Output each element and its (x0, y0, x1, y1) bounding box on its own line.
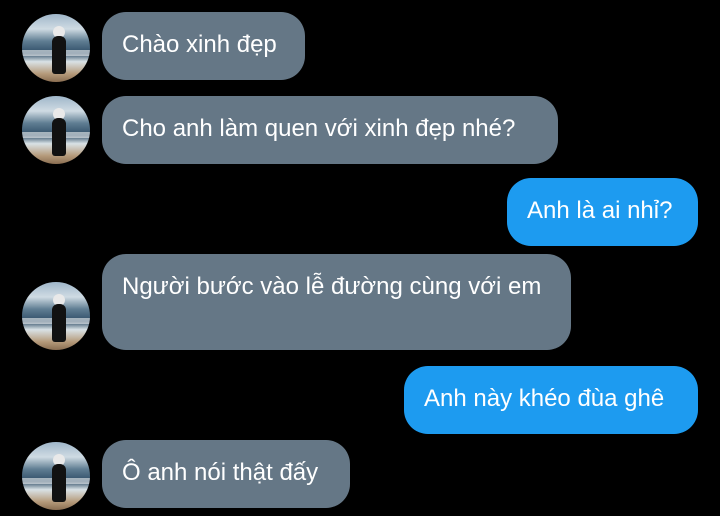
avatar[interactable] (22, 442, 90, 510)
message-text: Anh này khéo đùa ghê (424, 385, 665, 412)
incoming-message-bubble[interactable]: Ô anh nói thật đấy (102, 440, 350, 508)
message-text: Ô anh nói thật đấy (122, 459, 319, 486)
incoming-message-bubble[interactable]: Cho anh làm quen với xinh đẹp nhé? (102, 96, 558, 164)
avatar[interactable] (22, 14, 90, 82)
incoming-message-bubble[interactable]: Chào xinh đẹp (102, 12, 305, 80)
outgoing-message-bubble[interactable]: Anh là ai nhỉ? (507, 178, 698, 246)
avatar[interactable] (22, 282, 90, 350)
avatar[interactable] (22, 96, 90, 164)
outgoing-message-bubble[interactable]: Anh này khéo đùa ghê (404, 366, 698, 434)
message-text: Anh là ai nhỉ? (527, 197, 673, 224)
message-text: Cho anh làm quen với xinh đẹp nhé? (122, 115, 516, 142)
message-text: Người bước vào lễ đường cùng với em (122, 273, 542, 300)
incoming-message-bubble[interactable]: Người bước vào lễ đường cùng với em (102, 254, 571, 350)
message-text: Chào xinh đẹp (122, 31, 277, 58)
